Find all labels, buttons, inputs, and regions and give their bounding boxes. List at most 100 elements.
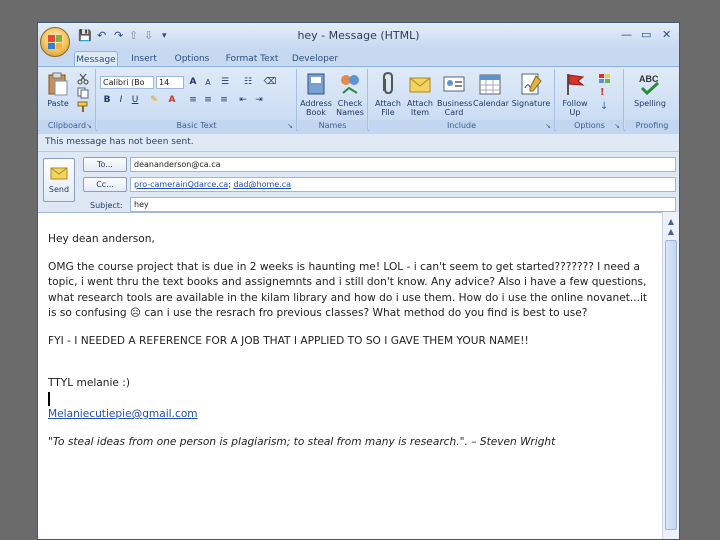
bold-icon[interactable]: B — [100, 94, 114, 107]
red-flag-icon — [567, 74, 585, 95]
attach-file-label: Attach File — [375, 99, 401, 117]
bullets-icon[interactable]: ☰ — [218, 76, 232, 89]
signature-icon — [521, 73, 542, 95]
send-button[interactable]: Send — [43, 158, 75, 202]
message-body[interactable]: Hey dean anderson, OMG the course projec… — [38, 212, 662, 539]
paperclip-icon — [383, 71, 393, 95]
font-color-icon[interactable]: A — [165, 94, 179, 107]
outlook-message-window: 💾 ↶ ↷ ⇧ ⇩ ▾ hey - Message (HTML) — ▭ ✕ M… — [37, 22, 680, 540]
increase-indent-icon[interactable]: ⇥ — [252, 94, 266, 107]
signoff: TTYL melanie :) — [48, 377, 131, 389]
options-group: Follow Up ! ↓ Options ↘ — [556, 69, 624, 131]
proofing-group: ABC Spelling Proofing — [625, 69, 679, 131]
basic-text-group: Calibri (Bo 14 A A ☰ ☷ ⌫ B I U ✎ A ≡ ≡ ≡… — [97, 69, 297, 131]
close-button[interactable]: ✕ — [662, 28, 671, 41]
low-importance-icon[interactable]: ↓ — [600, 101, 608, 112]
cc-recipient[interactable]: pro-camerainQdarce.ca — [134, 180, 228, 189]
format-painter-icon[interactable] — [77, 101, 89, 113]
align-center-icon[interactable]: ≡ — [201, 94, 215, 107]
clipboard-group: Paste Clipboard ↘ — [39, 69, 96, 131]
dialog-launcher-icon[interactable]: ↘ — [86, 122, 92, 130]
highlight-icon[interactable]: ✎ — [147, 94, 161, 107]
dialog-launcher-icon[interactable]: ↘ — [614, 122, 620, 130]
align-left-icon[interactable]: ≡ — [186, 94, 200, 107]
font-size-combo[interactable]: 14 — [156, 76, 184, 89]
categorize-icon[interactable] — [598, 73, 612, 85]
cut-icon[interactable] — [77, 73, 89, 85]
text-cursor — [48, 391, 50, 406]
include-group: Attach File Attach Item Business Card Ca… — [369, 69, 555, 131]
to-field[interactable]: deananderson@ca.ca — [130, 157, 676, 172]
check-names-label: Check Names — [336, 99, 364, 117]
address-book-label: Address Book — [300, 99, 332, 117]
spelling-icon: ABC — [639, 74, 660, 96]
envelope-icon — [409, 77, 431, 93]
address-book-button[interactable]: Address Book — [299, 71, 333, 117]
include-label: Include — [369, 120, 554, 131]
paste-icon — [48, 72, 68, 96]
dialog-launcher-icon[interactable]: ↘ — [545, 122, 551, 130]
send-envelope-icon — [50, 167, 68, 180]
check-names-icon — [341, 75, 359, 94]
signature-label: Signature — [511, 99, 551, 108]
shrink-font-icon[interactable]: A — [201, 76, 215, 89]
minimize-button[interactable]: — — [621, 28, 632, 41]
signature-quote: "To steal ideas from one person is plagi… — [48, 435, 556, 448]
window-title: hey - Message (HTML) — [297, 29, 420, 42]
office-button[interactable] — [40, 27, 70, 57]
send-label: Send — [48, 185, 70, 194]
business-card-label: Business Card — [437, 99, 473, 117]
underline-icon[interactable]: U — [128, 94, 142, 107]
cc-button[interactable]: Cc... — [83, 177, 127, 192]
signature-button[interactable]: Signature — [511, 71, 551, 108]
calendar-button[interactable]: Calendar — [473, 71, 509, 108]
svg-text:ABC: ABC — [639, 74, 659, 84]
numbering-icon[interactable]: ☷ — [241, 76, 255, 89]
address-book-icon — [307, 73, 325, 95]
signature-email-link[interactable]: Melaniecutiepie@gmail.com — [48, 408, 198, 420]
align-right-icon[interactable]: ≡ — [217, 94, 231, 107]
follow-up-button[interactable]: Follow Up — [558, 71, 592, 117]
names-group: Address Book Check Names Names — [298, 69, 368, 131]
proofing-label: Proofing — [625, 120, 679, 131]
cc-field[interactable]: pro-camerainQdarce.ca; dad@home.ca — [130, 177, 676, 192]
maximize-button[interactable]: ▭ — [641, 28, 651, 41]
scroll-up-icon[interactable]: ▲ — [665, 226, 677, 238]
options-label: Options — [556, 120, 623, 131]
business-card-button[interactable]: Business Card — [437, 71, 473, 117]
paste-label: Paste — [47, 99, 69, 108]
follow-up-label: Follow Up — [562, 99, 588, 117]
scroll-thumb[interactable] — [665, 240, 677, 530]
attach-file-button[interactable]: Attach File — [371, 71, 405, 117]
dialog-launcher-icon[interactable]: ↘ — [287, 122, 293, 130]
ribbon: Paste Clipboard ↘ Calibri (Bo 14 A A ☰ ☷… — [38, 66, 679, 131]
font-name-combo[interactable]: Calibri (Bo — [100, 76, 154, 89]
check-names-button[interactable]: Check Names — [333, 71, 367, 117]
greeting: Hey dean anderson, — [48, 233, 155, 245]
office-logo-icon — [48, 35, 62, 49]
attach-item-button[interactable]: Attach Item — [403, 71, 437, 117]
spelling-button[interactable]: ABC Spelling — [633, 71, 667, 108]
copy-icon[interactable] — [77, 87, 89, 99]
business-card-icon — [443, 76, 465, 92]
grow-font-icon[interactable]: A — [186, 76, 200, 89]
title-bar: 💾 ↶ ↷ ⇧ ⇩ ▾ hey - Message (HTML) — ▭ ✕ — [38, 23, 679, 57]
spelling-label: Spelling — [634, 99, 666, 108]
subject-field[interactable]: hey — [130, 197, 676, 212]
basic-text-label: Basic Text — [97, 120, 296, 131]
message-header: Send To... deananderson@ca.ca Cc... pro-… — [38, 152, 679, 212]
paste-button[interactable]: Paste — [41, 71, 75, 108]
info-bar: This message has not been sent. — [38, 134, 679, 152]
cc-recipient[interactable]: dad@home.ca — [233, 180, 291, 189]
body-paragraph: OMG the course project that is due in 2 … — [48, 260, 648, 320]
clear-formatting-icon[interactable]: ⌫ — [263, 76, 277, 89]
high-importance-icon[interactable]: ! — [600, 87, 605, 98]
attach-item-label: Attach Item — [407, 99, 433, 117]
ribbon-tabs: Message Insert Options Format Text Devel… — [38, 49, 679, 68]
calendar-label: Calendar — [473, 99, 509, 108]
to-button[interactable]: To... — [83, 157, 127, 172]
vertical-scrollbar[interactable]: ▲ ▲ — [662, 212, 679, 539]
calendar-icon — [479, 74, 501, 95]
decrease-indent-icon[interactable]: ⇤ — [236, 94, 250, 107]
italic-icon[interactable]: I — [114, 94, 128, 107]
